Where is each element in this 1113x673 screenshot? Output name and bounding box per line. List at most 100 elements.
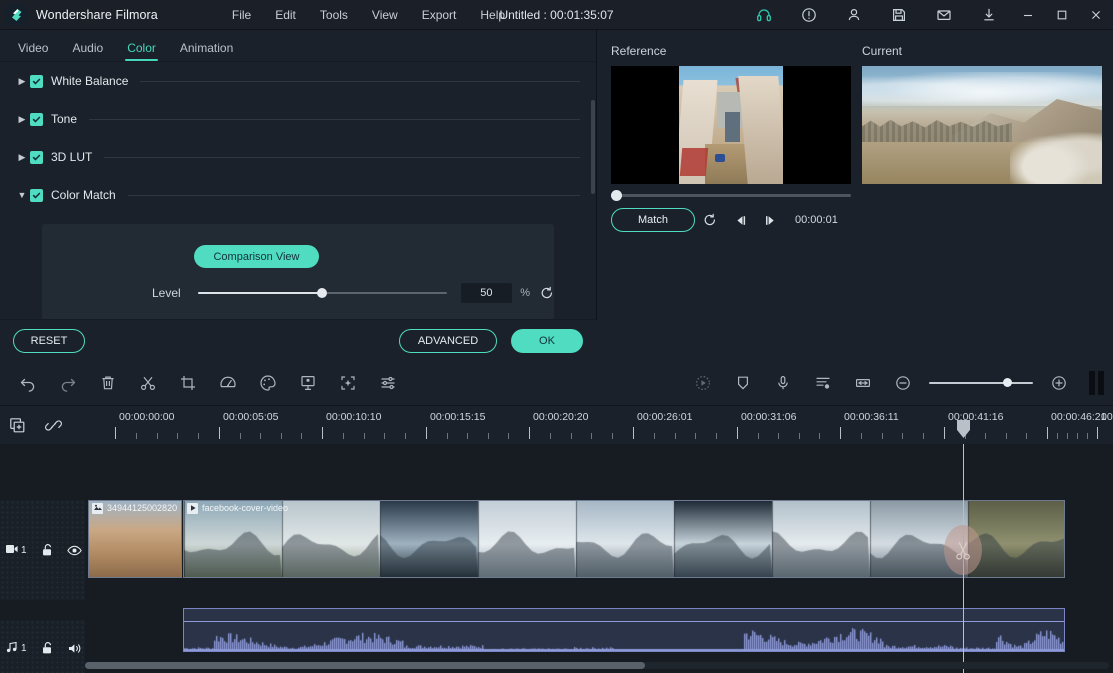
zoom-in-icon[interactable] — [1039, 361, 1079, 406]
tab-animation[interactable]: Animation — [168, 41, 245, 61]
headset-support-icon[interactable] — [741, 0, 786, 30]
chevron-right-icon[interactable]: ▶ — [14, 152, 30, 163]
ruler-tick-major — [633, 427, 634, 439]
lock-audio-track-icon[interactable] — [37, 641, 58, 655]
previous-frame-icon[interactable] — [725, 208, 755, 232]
crop-icon[interactable] — [168, 361, 208, 406]
mute-audio-track-icon[interactable] — [64, 642, 85, 655]
reference-scrubber[interactable] — [611, 190, 851, 201]
ruler-tick-minor — [1087, 433, 1088, 439]
editor-tab-bar: Video Audio Color Animation — [0, 30, 596, 62]
split-scissors-icon[interactable] — [128, 361, 168, 406]
ruler-tick-major — [426, 427, 427, 439]
timeline-toolbar — [0, 361, 1113, 406]
chevron-down-icon[interactable]: ▼ — [14, 190, 30, 200]
ruler-tick-major — [115, 427, 116, 439]
color-palette-icon[interactable] — [248, 361, 288, 406]
adjust-sliders-icon[interactable] — [368, 361, 408, 406]
tab-audio[interactable]: Audio — [60, 41, 115, 61]
render-preview-bars-icon[interactable] — [1085, 371, 1107, 395]
delete-icon[interactable] — [88, 361, 128, 406]
ruler-tick-minor — [591, 433, 593, 439]
ruler-timecode-label: 00:00:05:05 — [223, 411, 279, 423]
match-button[interactable]: Match — [611, 208, 695, 232]
menu-export[interactable]: Export — [410, 4, 469, 26]
white-balance-checkbox[interactable] — [30, 74, 43, 88]
ruler-tick-minor — [860, 433, 862, 439]
info-alert-icon[interactable] — [786, 0, 831, 30]
menu-view[interactable]: View — [360, 4, 410, 26]
reset-circular-arrow-icon[interactable] — [540, 286, 554, 300]
maximize-button[interactable] — [1045, 0, 1079, 30]
record-voiceover-play-icon[interactable] — [683, 361, 723, 406]
green-screen-icon[interactable] — [288, 361, 328, 406]
chevron-right-icon[interactable]: ▶ — [14, 76, 30, 87]
microphone-icon[interactable] — [763, 361, 803, 406]
download-icon[interactable] — [966, 0, 1011, 30]
table-row[interactable]: facebook-cover-video — [183, 500, 1065, 578]
current-preview-frame[interactable] — [862, 66, 1102, 184]
section-3d-lut[interactable]: ▶ 3D LUT — [14, 138, 580, 176]
section-color-match[interactable]: ▼ Color Match — [14, 176, 580, 214]
tab-color[interactable]: Color — [115, 41, 168, 61]
advanced-button[interactable]: ADVANCED — [399, 328, 497, 353]
menu-file[interactable]: File — [220, 4, 263, 26]
ruler-tick-major — [1047, 427, 1048, 439]
reference-playback-controls: Match 00:00:01 — [611, 208, 838, 232]
chevron-right-icon[interactable]: ▶ — [14, 114, 30, 125]
minimize-button[interactable] — [1011, 0, 1045, 30]
tone-checkbox[interactable] — [30, 112, 43, 126]
timeline-ruler[interactable]: 00:00:00:00 00:00:05:05 00:00:10:10 00:00:1… — [85, 406, 1113, 444]
ok-button[interactable]: OK — [511, 328, 583, 353]
level-slider[interactable] — [197, 285, 447, 301]
scrubber-knob[interactable] — [611, 190, 622, 201]
table-row[interactable]: 34944125002820 — [88, 500, 182, 578]
reset-button[interactable]: RESET — [13, 328, 85, 353]
zoom-slider-knob[interactable] — [1003, 378, 1012, 387]
color-match-checkbox[interactable] — [30, 188, 43, 202]
ruler-playhead-handle[interactable] — [957, 420, 970, 438]
ruler-tick-minor — [177, 433, 179, 439]
timeline-zoom-slider[interactable] — [929, 375, 1033, 391]
link-clips-icon[interactable] — [38, 406, 68, 444]
redo-icon[interactable] — [48, 361, 88, 406]
mail-feedback-icon[interactable] — [921, 0, 966, 30]
close-button[interactable] — [1079, 0, 1113, 30]
lock-track-icon[interactable] — [37, 543, 58, 557]
undo-icon[interactable] — [8, 361, 48, 406]
comparison-view-button[interactable]: Comparison View — [194, 245, 319, 268]
section-white-balance[interactable]: ▶ White Balance — [14, 62, 580, 100]
menu-tools[interactable]: Tools — [308, 4, 360, 26]
hide-track-icon[interactable] — [64, 545, 85, 556]
audio-mixer-icon[interactable] — [803, 361, 843, 406]
timeline-body: 1 1 34944125002820 facebook-cover-video — [0, 444, 1113, 673]
level-value-input[interactable]: 50 — [460, 283, 513, 303]
timeline-hscrollbar-thumb[interactable] — [85, 662, 645, 669]
reset-match-icon[interactable] — [695, 208, 725, 232]
ruler-tick-minor — [549, 433, 551, 439]
marker-icon[interactable] — [723, 361, 763, 406]
audio-clip[interactable] — [183, 608, 1065, 652]
lut-checkbox[interactable] — [30, 150, 43, 164]
tab-video[interactable]: Video — [6, 41, 60, 61]
add-media-icon[interactable] — [2, 406, 32, 444]
panel-vertical-scrollbar[interactable] — [591, 100, 595, 194]
divider — [140, 80, 580, 82]
reference-preview-frame[interactable] — [611, 66, 851, 184]
fit-timeline-icon[interactable] — [843, 361, 883, 406]
ruler-timecode-label: 00:00:31:06 — [741, 411, 797, 423]
zoom-out-icon[interactable] — [883, 361, 923, 406]
clip-label: facebook-cover-video — [202, 503, 289, 513]
section-tone[interactable]: ▶ Tone — [14, 100, 580, 138]
auto-enhance-icon[interactable] — [328, 361, 368, 406]
save-project-icon[interactable] — [876, 0, 921, 30]
slider-knob[interactable] — [317, 288, 328, 298]
audio-track-lane[interactable] — [85, 608, 1113, 652]
account-user-icon[interactable] — [831, 0, 876, 30]
menu-help[interactable]: Help — [468, 4, 517, 26]
menu-edit[interactable]: Edit — [263, 4, 308, 26]
next-frame-icon[interactable] — [755, 208, 785, 232]
divider — [89, 118, 580, 120]
speed-icon[interactable] — [208, 361, 248, 406]
reference-timecode: 00:00:01 — [795, 214, 838, 226]
